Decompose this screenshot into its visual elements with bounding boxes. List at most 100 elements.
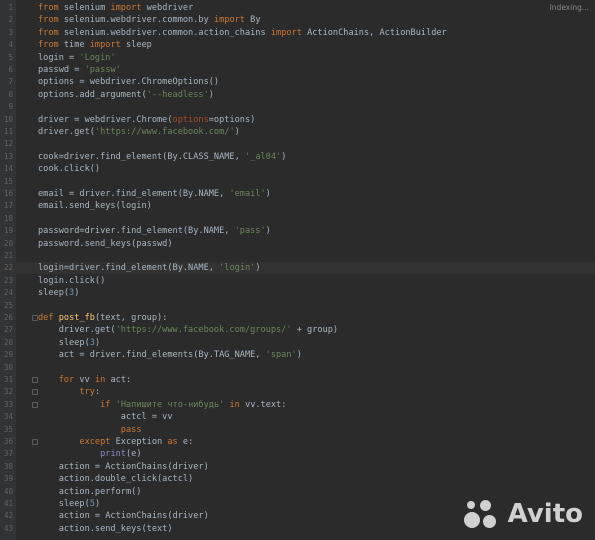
- code-line[interactable]: 38 action = ActionChains(driver): [0, 461, 595, 473]
- code-line[interactable]: 20 password.send_keys(passwd): [0, 238, 595, 250]
- code-line[interactable]: 25: [0, 300, 595, 312]
- code-line[interactable]: 24 sleep(3): [0, 287, 595, 299]
- code-line[interactable]: 14 cook.click(): [0, 163, 595, 175]
- code-text[interactable]: action.perform(): [38, 486, 142, 498]
- code-text[interactable]: options = webdriver.ChromeOptions(): [38, 76, 219, 88]
- code-line[interactable]: 8 options.add_argument('--headless'): [0, 89, 595, 101]
- line-number: 39: [3, 474, 13, 484]
- code-line[interactable]: 31 for vv in act:: [0, 374, 595, 386]
- code-text[interactable]: except Exception as e:: [38, 436, 193, 448]
- code-text[interactable]: action = ActionChains(driver): [38, 510, 209, 522]
- code-line[interactable]: 40 action.perform(): [0, 486, 595, 498]
- code-line[interactable]: 22 login=driver.find_element(By.NAME, 'lo…: [0, 262, 595, 274]
- code-line[interactable]: 34 actcl = vv: [0, 411, 595, 423]
- line-number: 24: [3, 288, 13, 298]
- code-line[interactable]: 12: [0, 138, 595, 150]
- code-line[interactable]: 4 from time import sleep: [0, 39, 595, 51]
- code-line[interactable]: 39 action.double_click(actcl): [0, 473, 595, 485]
- code-line[interactable]: 15: [0, 176, 595, 188]
- code-text[interactable]: options.add_argument('--headless'): [38, 89, 214, 101]
- code-text[interactable]: from selenium import webdriver: [38, 2, 193, 14]
- code-line[interactable]: 19 password=driver.find_element(By.NAME, …: [0, 225, 595, 237]
- code-line[interactable]: 16 email = driver.find_element(By.NAME, '…: [0, 188, 595, 200]
- code-line[interactable]: 29 act = driver.find_elements(By.TAG_NAM…: [0, 349, 595, 361]
- code-text[interactable]: driver.get('https://www.facebook.com/'): [38, 126, 240, 138]
- code-text[interactable]: def post_fb(text, group):: [38, 312, 167, 324]
- code-line[interactable]: 23 login.click(): [0, 275, 595, 287]
- line-number: 35: [3, 424, 13, 434]
- line-number: 42: [3, 511, 13, 521]
- code-text[interactable]: action.send_keys(text): [38, 523, 173, 535]
- code-text[interactable]: if 'Напишите что-нибудь' in vv.text:: [38, 399, 286, 411]
- line-number: 5: [8, 52, 13, 62]
- code-text[interactable]: driver = webdriver.Chrome(options=option…: [38, 114, 255, 126]
- code-text[interactable]: login=driver.find_element(By.NAME, 'logi…: [38, 262, 261, 274]
- code-text[interactable]: pass: [38, 424, 142, 436]
- code-line[interactable]: 6 passwd = 'passw': [0, 64, 595, 76]
- line-number: 40: [3, 486, 13, 496]
- code-text[interactable]: action = ActionChains(driver): [38, 461, 209, 473]
- code-line[interactable]: 9: [0, 101, 595, 113]
- line-number: 43: [3, 523, 13, 533]
- code-line[interactable]: 27 driver.get('https://www.facebook.com/…: [0, 324, 595, 336]
- code-text[interactable]: from selenium.webdriver.common.by import…: [38, 14, 261, 26]
- fold-marker-icon[interactable]: [32, 439, 38, 445]
- code-text[interactable]: email = driver.find_element(By.NAME, 'em…: [38, 188, 271, 200]
- line-number: 9: [8, 102, 13, 112]
- code-text[interactable]: actcl = vv: [38, 411, 173, 423]
- code-line[interactable]: 2 from selenium.webdriver.common.by impor…: [0, 14, 595, 26]
- code-line[interactable]: 5 login = 'Login': [0, 52, 595, 64]
- code-line[interactable]: 28 sleep(3): [0, 337, 595, 349]
- code-text[interactable]: cook.click(): [38, 163, 100, 175]
- code-text[interactable]: password.send_keys(passwd): [38, 238, 173, 250]
- code-line[interactable]: 10 driver = webdriver.Chrome(options=opti…: [0, 114, 595, 126]
- code-line[interactable]: 18: [0, 213, 595, 225]
- code-text[interactable]: sleep(3): [38, 287, 79, 299]
- code-text[interactable]: cook=driver.find_element(By.CLASS_NAME, …: [38, 151, 286, 163]
- code-line[interactable]: 37 print(e): [0, 448, 595, 460]
- code-text[interactable]: email.send_keys(login): [38, 200, 152, 212]
- code-line[interactable]: 7 options = webdriver.ChromeOptions(): [0, 76, 595, 88]
- code-text[interactable]: password=driver.find_element(By.NAME, 'p…: [38, 225, 271, 237]
- code-line[interactable]: 3 from selenium.webdriver.common.action_c…: [0, 27, 595, 39]
- code-text[interactable]: passwd = 'passw': [38, 64, 121, 76]
- code-text[interactable]: act = driver.find_elements(By.TAG_NAME, …: [38, 349, 302, 361]
- code-line[interactable]: 17 email.send_keys(login): [0, 200, 595, 212]
- line-number: 36: [3, 437, 13, 446]
- code-line[interactable]: 35 pass: [0, 424, 595, 436]
- code-text[interactable]: sleep(3): [38, 337, 100, 349]
- indexing-status: Indexing...: [549, 3, 589, 12]
- fold-marker-icon[interactable]: [32, 389, 38, 396]
- avito-logo-icon: [462, 498, 502, 530]
- code-text[interactable]: sleep(5): [38, 498, 100, 510]
- code-text[interactable]: login.click(): [38, 275, 105, 287]
- code-line[interactable]: 13 cook=driver.find_element(By.CLASS_NAME…: [0, 151, 595, 163]
- code-line[interactable]: 26 def post_fb(text, group):: [0, 312, 595, 324]
- line-number: 38: [3, 461, 13, 471]
- code-text[interactable]: for vv in act:: [38, 374, 131, 386]
- code-text[interactable]: login = 'Login': [38, 52, 116, 64]
- line-number: 13: [3, 151, 13, 161]
- code-text[interactable]: driver.get('https://www.facebook.com/gro…: [38, 324, 338, 336]
- code-editor[interactable]: 1 from selenium import webdriver 2 from sel…: [0, 0, 595, 540]
- fold-marker-icon[interactable]: [32, 377, 38, 383]
- code-text[interactable]: from selenium.webdriver.common.action_ch…: [38, 27, 447, 39]
- fold-marker-icon[interactable]: [32, 315, 38, 321]
- code-line[interactable]: 1 from selenium import webdriver: [0, 2, 595, 14]
- line-number: 27: [3, 325, 13, 335]
- line-number: 15: [3, 176, 13, 186]
- code-line[interactable]: 33 if 'Напишите что-нибудь' in vv.text:: [0, 399, 595, 411]
- code-text[interactable]: action.double_click(actcl): [38, 473, 194, 485]
- line-number: 11: [3, 127, 13, 136]
- code-line[interactable]: 32 try:: [0, 386, 595, 398]
- code-text[interactable]: print(e): [38, 448, 141, 460]
- code-text[interactable]: try:: [38, 386, 100, 398]
- line-number: 10: [3, 114, 13, 124]
- code-line[interactable]: 36 except Exception as e:: [0, 436, 595, 448]
- code-text[interactable]: from time import sleep: [38, 39, 152, 51]
- code-line[interactable]: 21: [0, 250, 595, 262]
- line-number: 19: [3, 226, 13, 236]
- code-line[interactable]: 11 driver.get('https://www.facebook.com/'…: [0, 126, 595, 138]
- code-line[interactable]: 30: [0, 362, 595, 374]
- fold-marker-icon[interactable]: [32, 401, 38, 408]
